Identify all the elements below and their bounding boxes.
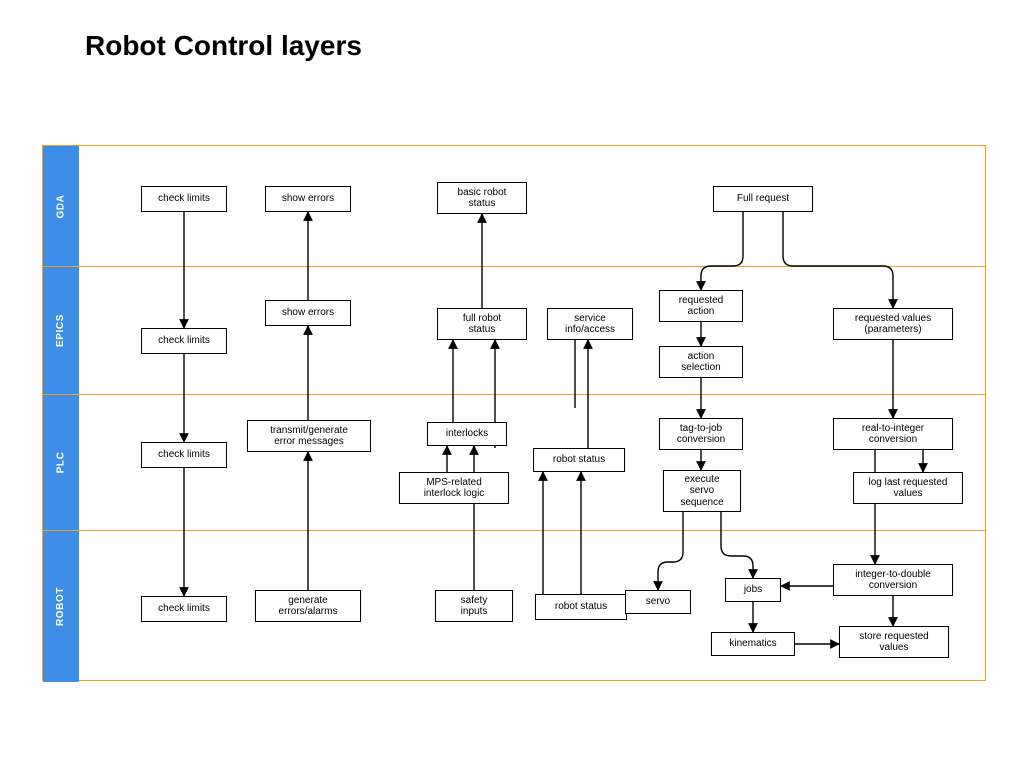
node-g_show: show errors (265, 186, 351, 212)
node-e_reqval: requested values (parameters) (833, 308, 953, 340)
node-e_reqact: requested action (659, 290, 743, 322)
node-g_full: Full request (713, 186, 813, 212)
node-p_rstat: robot status (533, 448, 625, 472)
node-e_service: service info/access (547, 308, 633, 340)
node-r_check: check limits (141, 596, 227, 622)
node-r_i2d: integer-to-double conversion (833, 564, 953, 596)
lane-label-robot: ROBOT (43, 531, 79, 682)
node-r_safety: safety inputs (435, 590, 513, 622)
swimlane-diagram: GDA EPICS PLC ROBOT (42, 145, 986, 681)
node-r_gen: generate errors/alarms (255, 590, 361, 622)
node-e_show: show errors (265, 300, 351, 326)
lane-label-epics: EPICS (43, 267, 79, 394)
node-r_servo: servo (625, 590, 691, 614)
node-p_trans: transmit/generate error messages (247, 420, 371, 452)
node-r_kin: kinematics (711, 632, 795, 656)
node-r_rstat: robot status (535, 594, 627, 620)
node-e_check: check limits (141, 328, 227, 354)
node-e_actsel: action selection (659, 346, 743, 378)
node-p_check: check limits (141, 442, 227, 468)
node-g_status: basic robot status (437, 182, 527, 214)
lane-label-gda: GDA (43, 146, 79, 266)
node-p_mps: MPS-related interlock logic (399, 472, 509, 504)
page-title: Robot Control layers (85, 30, 362, 62)
node-p_exec: execute servo sequence (663, 470, 741, 512)
node-p_inter: interlocks (427, 422, 507, 446)
node-p_log: log last requested values (853, 472, 963, 504)
lane-label-plc: PLC (43, 395, 79, 530)
node-r_store: store requested values (839, 626, 949, 658)
node-g_check: check limits (141, 186, 227, 212)
node-p_tagjob: tag-to-job conversion (659, 418, 743, 450)
node-p_r2i: real-to-integer conversion (833, 418, 953, 450)
node-r_jobs: jobs (725, 578, 781, 602)
node-e_status: full robot status (437, 308, 527, 340)
